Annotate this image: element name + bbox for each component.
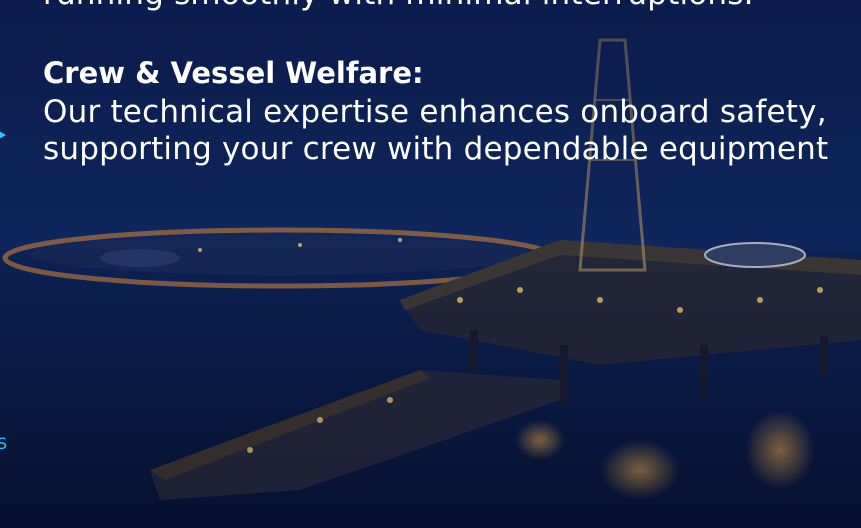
intro-text-line: running smoothly with minimal interrupti… [43, 0, 861, 12]
crew-vessel-welfare-heading: Crew & Vessel Welfare: [43, 56, 424, 90]
crew-vessel-welfare-body-line-2: supporting your crew with dependable equ… [43, 131, 829, 167]
content-text-block: running smoothly with minimal interrupti… [43, 0, 861, 168]
chevron-right-icon[interactable] [0, 128, 6, 142]
crew-vessel-welfare-body-line-1: Our technical expertise enhances onboard… [43, 94, 827, 130]
side-edge-text: S [0, 434, 8, 453]
hero-section: S running smoothly with minimal interrup… [0, 0, 861, 528]
